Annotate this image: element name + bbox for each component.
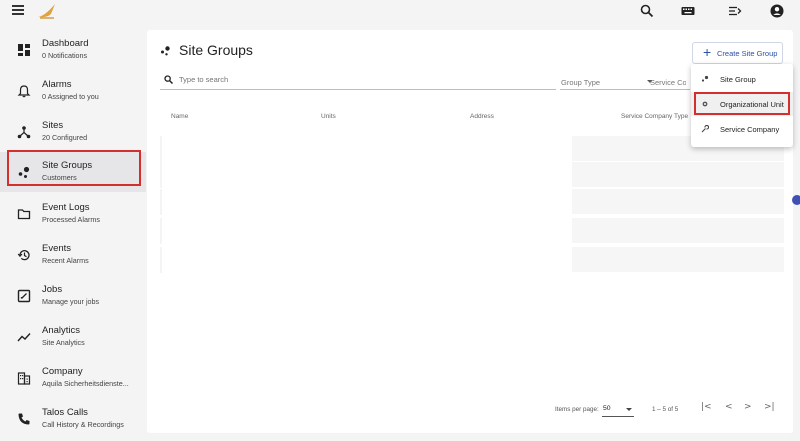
page-title: Site Groups bbox=[179, 42, 253, 58]
last-page-icon[interactable]: >| bbox=[764, 402, 775, 412]
account-icon[interactable] bbox=[769, 3, 785, 19]
menu-item-label: Service Company bbox=[720, 125, 780, 134]
sidebar-item-subtitle: Site Analytics bbox=[42, 338, 85, 347]
sidebar-item-title: Event Logs bbox=[42, 202, 90, 213]
sidebar-item-subtitle: Processed Alarms bbox=[42, 215, 100, 224]
history-icon bbox=[17, 249, 30, 261]
sidebar-item-title: Talos Calls bbox=[42, 407, 88, 418]
jobs-icon bbox=[17, 289, 31, 303]
items-per-page-label: Items per page: bbox=[555, 406, 599, 413]
sidebar-item-subtitle: 0 Notifications bbox=[42, 51, 88, 60]
sidebar-item-jobs[interactable]: Jobs Manage your jobs bbox=[0, 276, 146, 316]
sidebar-item-dashboard[interactable]: Dashboard 0 Notifications bbox=[0, 30, 146, 70]
group-type-underline bbox=[560, 89, 656, 90]
wrench-icon bbox=[701, 125, 709, 133]
sites-icon bbox=[17, 126, 31, 139]
menu-item-highlight bbox=[694, 92, 790, 115]
column-header-address[interactable]: Address bbox=[470, 113, 494, 120]
service-company-select[interactable]: Service Company bbox=[650, 78, 686, 87]
sidebar-item-sites[interactable]: Sites 20 Configured bbox=[0, 112, 146, 152]
company-icon bbox=[17, 372, 31, 385]
site-group-icon bbox=[701, 75, 709, 82]
plus-icon: + bbox=[703, 44, 712, 60]
menu-icon[interactable] bbox=[12, 5, 24, 15]
table-row[interactable] bbox=[160, 162, 784, 188]
logo-icon bbox=[38, 4, 55, 19]
table-row[interactable] bbox=[160, 189, 784, 215]
table-row[interactable] bbox=[160, 218, 784, 244]
sidebar-item-title: Alarms bbox=[42, 79, 72, 90]
service-company-underline bbox=[650, 89, 690, 90]
active-item-highlight bbox=[7, 150, 141, 186]
sidebar-item-title: Company bbox=[42, 366, 83, 377]
sidebar-item-title: Dashboard bbox=[42, 38, 89, 49]
sidebar: Dashboard 0 Notifications Alarms 0 Assig… bbox=[0, 24, 146, 441]
phone-icon bbox=[18, 413, 30, 425]
sidebar-item-subtitle: 20 Configured bbox=[42, 133, 88, 142]
page-range: 1 – 5 of 5 bbox=[652, 406, 679, 413]
sidebar-item-subtitle: 0 Assigned to you bbox=[42, 92, 99, 101]
page-size-select[interactable]: 50 bbox=[603, 405, 611, 412]
column-header-name[interactable]: Name bbox=[171, 113, 188, 120]
sidebar-item-title: Jobs bbox=[42, 284, 63, 295]
create-site-group-button[interactable]: + Create Site Group bbox=[692, 42, 783, 64]
column-header-units[interactable]: Units bbox=[321, 113, 336, 120]
group-type-select[interactable]: Group Type bbox=[561, 78, 600, 87]
page-size-underline bbox=[602, 416, 634, 417]
search-icon[interactable] bbox=[639, 3, 655, 19]
sidebar-item-subtitle: Recent Alarms bbox=[42, 256, 89, 265]
chevron-down-icon[interactable] bbox=[626, 408, 632, 411]
search-icon bbox=[164, 75, 173, 84]
sidebar-item-subtitle: Aquila Sicherheitsdienste... bbox=[42, 379, 129, 388]
sidebar-item-analytics[interactable]: Analytics Site Analytics bbox=[0, 317, 146, 357]
sidebar-item-events[interactable]: Events Recent Alarms bbox=[0, 235, 146, 275]
sidebar-item-title: Analytics bbox=[42, 325, 81, 336]
next-page-icon[interactable]: > bbox=[744, 402, 752, 412]
search-underline bbox=[160, 89, 556, 90]
create-site-group-label: Create Site Group bbox=[717, 49, 778, 58]
sidebar-item-subtitle: Manage your jobs bbox=[42, 297, 100, 306]
dashboard-icon bbox=[18, 44, 30, 56]
keyboard-icon[interactable] bbox=[680, 3, 696, 19]
sidebar-item-company[interactable]: Company Aquila Sicherheitsdienste... bbox=[0, 358, 146, 398]
menu-item-service-company[interactable]: Service Company bbox=[691, 117, 793, 141]
search-input[interactable] bbox=[179, 72, 554, 86]
sidebar-item-title: Events bbox=[42, 243, 72, 254]
previous-page-icon[interactable]: < bbox=[725, 402, 733, 412]
first-page-icon[interactable]: |< bbox=[701, 402, 712, 412]
sidebar-item-title: Sites bbox=[42, 120, 64, 131]
create-site-group-menu: Site Group Organizational Unit Service C… bbox=[691, 64, 793, 147]
site-groups-icon bbox=[161, 46, 170, 56]
column-header-service-company-type[interactable]: Service Company Type bbox=[621, 113, 688, 120]
analytics-icon bbox=[17, 333, 31, 342]
folder-icon bbox=[17, 209, 31, 220]
sidebar-item-talos-calls[interactable]: Talos Calls Call History & Recordings bbox=[0, 399, 146, 439]
bell-icon bbox=[17, 85, 31, 98]
sidebar-item-subtitle: Call History & Recordings bbox=[42, 420, 124, 429]
close-drawer-icon[interactable] bbox=[727, 3, 743, 19]
menu-item-site-group[interactable]: Site Group bbox=[691, 67, 793, 91]
floating-handle[interactable] bbox=[792, 195, 800, 205]
sidebar-item-event-logs[interactable]: Event Logs Processed Alarms bbox=[0, 194, 146, 234]
table-row[interactable] bbox=[160, 247, 784, 273]
menu-item-label: Site Group bbox=[720, 75, 756, 84]
sidebar-item-alarms[interactable]: Alarms 0 Assigned to you bbox=[0, 71, 146, 111]
top-bar bbox=[0, 0, 800, 24]
